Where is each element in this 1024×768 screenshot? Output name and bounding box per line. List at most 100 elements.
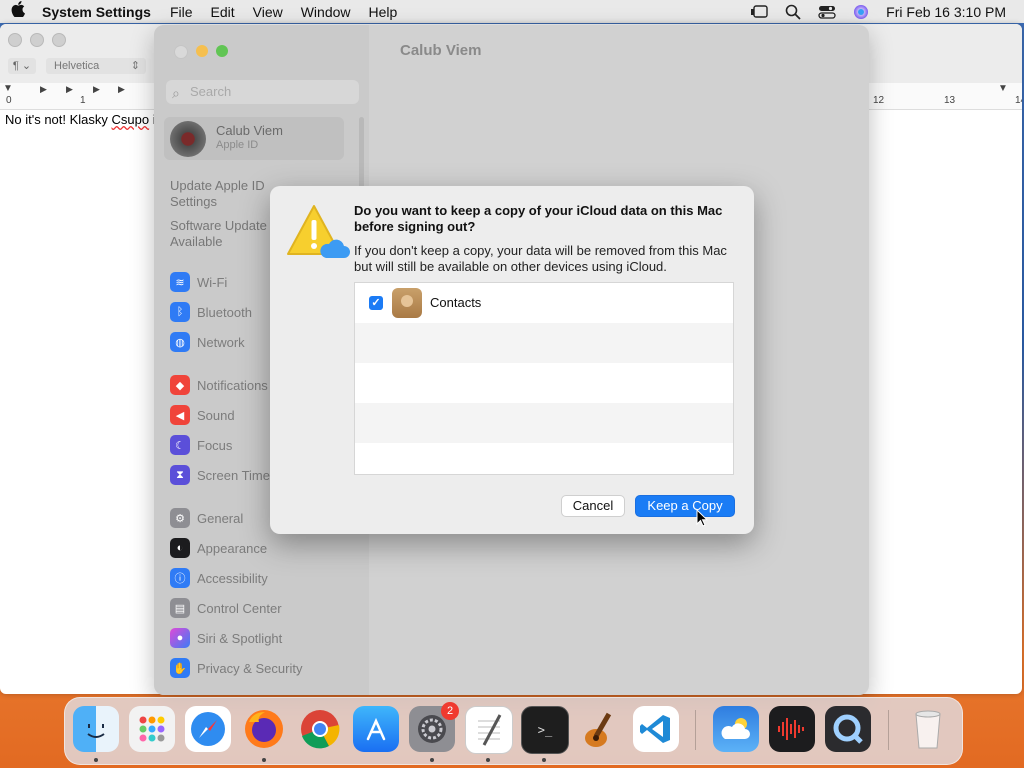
document-text-head: No it's not! Klasky xyxy=(5,112,112,127)
trash-icon[interactable] xyxy=(905,706,951,752)
document-text[interactable]: No it's not! Klasky Csupo is xyxy=(5,112,162,127)
minimize-button[interactable] xyxy=(30,33,44,47)
hand-icon: ✋ xyxy=(170,658,190,678)
ruler-label-13: 13 xyxy=(944,95,956,106)
sidebar-item-label: Screen Time xyxy=(197,467,270,483)
textedit-window-controls xyxy=(8,33,66,47)
search-placeholder: Search xyxy=(190,84,232,99)
keep-icloud-copy-dialog: Do you want to keep a copy of your iClou… xyxy=(270,186,754,534)
hourglass-icon: ⧗ xyxy=(170,465,190,485)
siri-icon: ● xyxy=(170,628,190,648)
sidebar-item-focus[interactable]: ☾ Focus xyxy=(170,434,232,456)
misspelled-word[interactable]: Csupo xyxy=(112,112,150,127)
zoom-button[interactable] xyxy=(52,33,66,47)
menu-bar: System Settings File Edit View Window He… xyxy=(0,0,1024,23)
sidebar-item-label: Focus xyxy=(197,437,233,453)
search-icon: ⌕ xyxy=(172,85,180,101)
list-empty-row xyxy=(355,403,733,443)
apple-id-account[interactable]: Calub Viem Apple ID xyxy=(164,117,344,160)
sidebar-item-control-center[interactable]: ▤ Control Center xyxy=(170,597,282,619)
globe-icon: ◍ xyxy=(170,332,190,352)
running-indicator xyxy=(430,758,434,762)
sidebar-item-label: Privacy & Security xyxy=(197,660,303,676)
quicktime-icon[interactable] xyxy=(825,706,871,752)
notice-software-update[interactable]: Software Update Available xyxy=(170,218,280,250)
running-indicator xyxy=(542,758,546,762)
sidebar-item-sound[interactable]: ◀ Sound xyxy=(170,404,235,426)
sidebar-item-label: Network xyxy=(197,334,245,350)
notification-badge: 2 xyxy=(441,702,459,720)
window-title: Calub Viem xyxy=(400,42,482,59)
indent-marker-icon[interactable]: ▼ xyxy=(3,83,13,94)
font-family-popup[interactable]: Helvetica ⇕ xyxy=(46,58,146,74)
chrome-icon[interactable] xyxy=(297,706,343,752)
sidebar-item-notifications[interactable]: ◆ Notifications xyxy=(170,374,268,396)
menu-view[interactable]: View xyxy=(244,4,292,20)
clock[interactable]: Fri Feb 16 3:10 PM xyxy=(886,4,1006,20)
close-button[interactable] xyxy=(8,33,22,47)
tab-stop-icon[interactable]: ▶ xyxy=(40,84,47,95)
siri-icon[interactable] xyxy=(852,4,870,19)
dock-divider xyxy=(888,710,889,750)
cancel-button[interactable]: Cancel xyxy=(561,495,625,517)
sidebar-item-label: Appearance xyxy=(197,540,268,556)
sidebar-item-privacy-security[interactable]: ✋ Privacy & Security xyxy=(170,657,302,679)
menu-edit[interactable]: Edit xyxy=(202,4,244,20)
firefox-icon[interactable] xyxy=(241,706,287,752)
voice-memos-icon[interactable] xyxy=(769,706,815,752)
zoom-button[interactable] xyxy=(216,45,228,57)
stage-manager-icon[interactable] xyxy=(750,4,768,19)
apple-menu-icon[interactable] xyxy=(0,1,36,22)
menu-file[interactable]: File xyxy=(161,4,202,20)
tab-stop-icon[interactable]: ▶ xyxy=(93,84,100,95)
tab-stop-icon[interactable]: ▶ xyxy=(66,84,73,95)
sidebar-item-label: General xyxy=(197,510,244,526)
sidebar-item-label: Control Center xyxy=(197,600,282,616)
app-store-icon[interactable] xyxy=(353,706,399,752)
ruler-label-14: 14 xyxy=(1015,95,1022,106)
sidebar-item-accessibility[interactable]: ⓘ Accessibility xyxy=(170,567,268,589)
ruler-label-1: 1 xyxy=(80,95,86,106)
textedit-icon[interactable] xyxy=(465,706,513,754)
search-input[interactable]: ⌕ Search xyxy=(166,80,359,104)
appearance-icon: ◐ xyxy=(170,538,190,558)
terminal-icon[interactable]: >_ xyxy=(521,706,569,754)
sidebar-item-label: Wi-Fi xyxy=(197,274,228,290)
sidebar-item-appearance[interactable]: ◐ Appearance xyxy=(170,537,267,559)
menu-help[interactable]: Help xyxy=(360,4,407,20)
contacts-checkbox[interactable]: ✓ xyxy=(369,296,383,310)
menu-app-name[interactable]: System Settings xyxy=(36,4,161,20)
minimize-button[interactable] xyxy=(196,45,208,57)
right-margin-marker-icon[interactable]: ▼ xyxy=(998,83,1008,94)
sidebar-item-bluetooth[interactable]: ᛒ Bluetooth xyxy=(170,301,252,323)
paragraph-style-popup[interactable]: ¶ ⌄ xyxy=(8,58,36,74)
keep-a-copy-button[interactable]: Keep a Copy xyxy=(635,495,735,517)
sidebar-item-screen-time[interactable]: ⧗ Screen Time xyxy=(170,464,270,486)
tab-stop-icon[interactable]: ▶ xyxy=(118,84,125,95)
garageband-icon[interactable] xyxy=(577,706,623,752)
sidebar-item-wifi[interactable]: ≋ Wi-Fi xyxy=(170,271,227,293)
close-button[interactable] xyxy=(174,45,188,59)
list-item-label: Contacts xyxy=(430,295,482,310)
launchpad-icon[interactable] xyxy=(129,706,175,752)
sidebar-item-general[interactable]: ⚙ General xyxy=(170,507,243,529)
finder-icon[interactable] xyxy=(73,706,119,752)
list-empty-row xyxy=(355,363,733,403)
safari-icon[interactable] xyxy=(185,706,231,752)
menu-window[interactable]: Window xyxy=(292,4,360,20)
list-item[interactable]: ✓ Contacts xyxy=(355,283,733,323)
dock-divider xyxy=(695,710,696,750)
sidebar-item-label: Siri & Spotlight xyxy=(197,630,283,646)
spotlight-search-icon[interactable] xyxy=(784,4,802,20)
gear-icon: ⚙ xyxy=(170,508,190,528)
font-family-label: Helvetica xyxy=(54,60,100,72)
weather-icon[interactable] xyxy=(713,706,759,752)
vscode-icon[interactable] xyxy=(633,706,679,752)
notice-update-apple-id[interactable]: Update Apple ID Settings xyxy=(170,178,280,210)
sidebar-item-network[interactable]: ◍ Network xyxy=(170,331,245,353)
running-indicator xyxy=(486,758,490,762)
avatar xyxy=(170,121,206,157)
sidebar-item-siri-spotlight[interactable]: ● Siri & Spotlight xyxy=(170,627,282,649)
control-center-icon[interactable] xyxy=(818,5,836,19)
dialog-body: If you don't keep a copy, your data will… xyxy=(354,243,727,274)
